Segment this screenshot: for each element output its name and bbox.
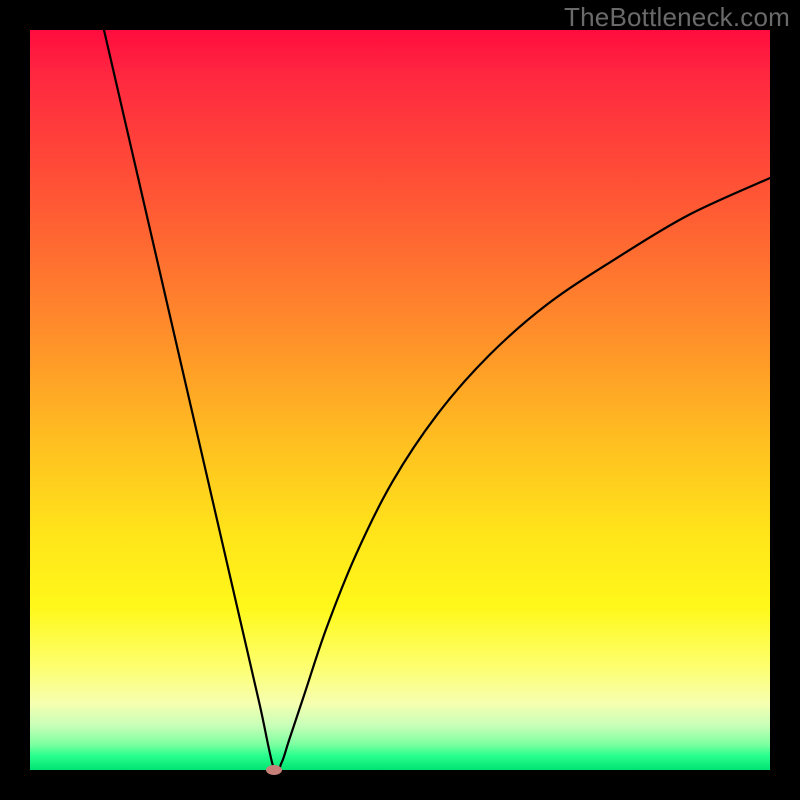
bottleneck-curve (30, 30, 770, 770)
plot-area (30, 30, 770, 770)
watermark-text: TheBottleneck.com (564, 2, 790, 33)
optimal-point-marker (266, 765, 282, 775)
chart-frame: TheBottleneck.com (0, 0, 800, 800)
curve-path (104, 30, 770, 770)
